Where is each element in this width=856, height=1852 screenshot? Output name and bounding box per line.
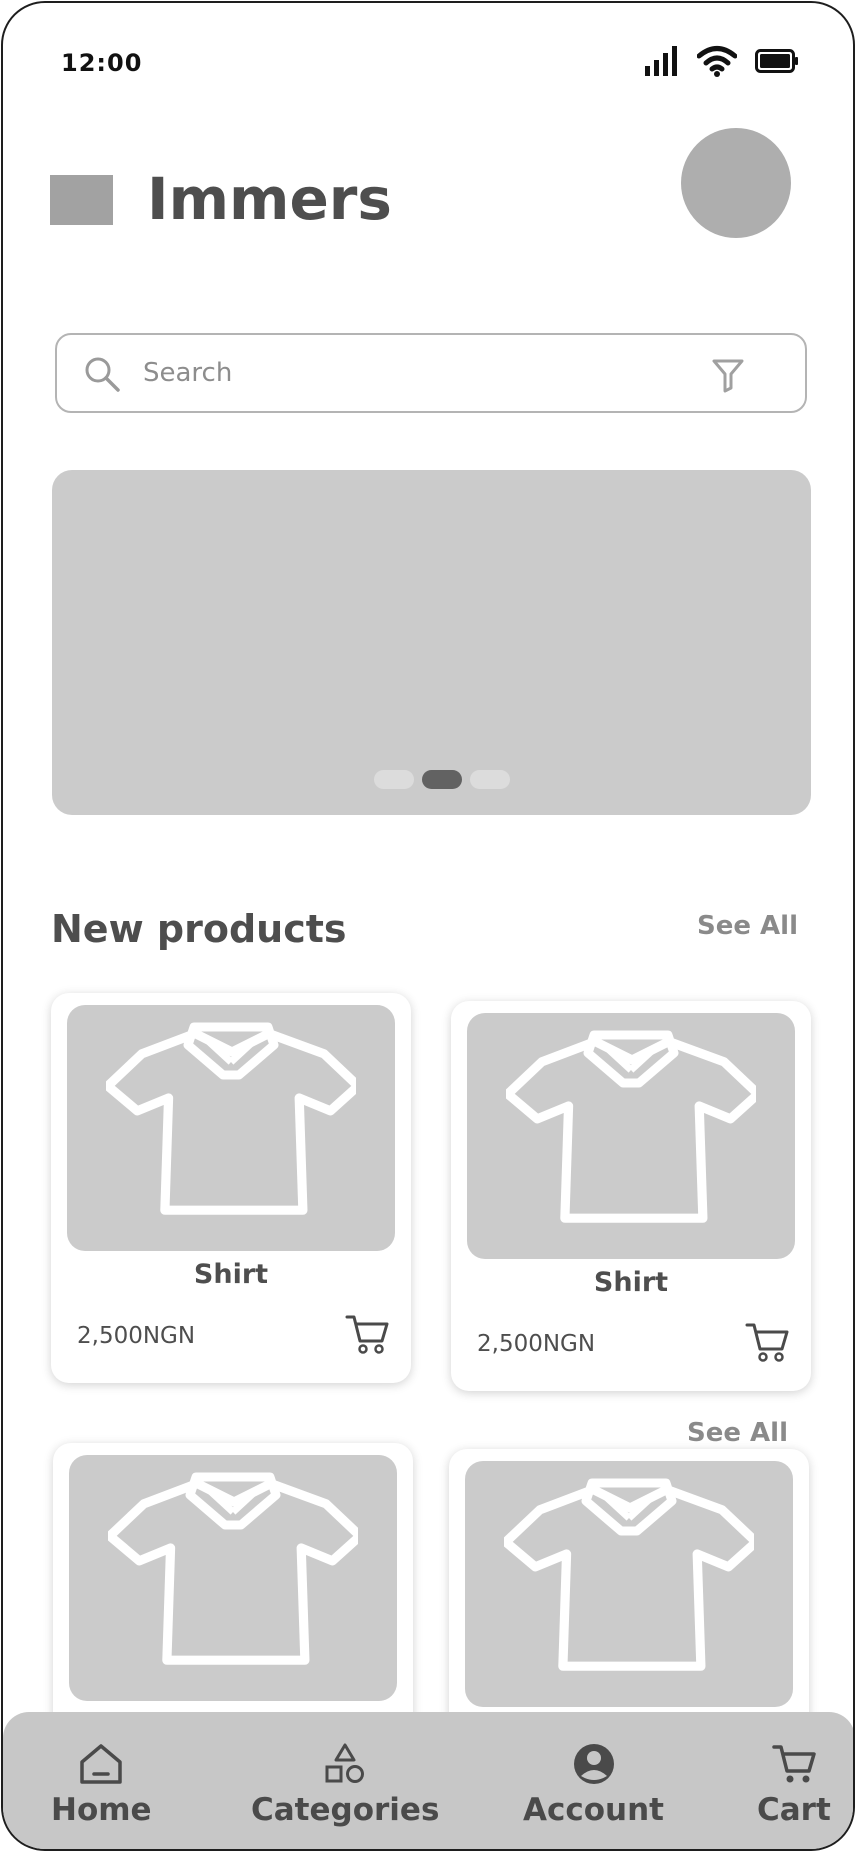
- shirt-icon: [108, 1472, 358, 1665]
- avatar[interactable]: [681, 128, 791, 238]
- nav-item-categories[interactable]: Categories: [251, 1742, 439, 1828]
- status-time: 12:00: [61, 49, 143, 77]
- status-icons: [645, 45, 799, 77]
- product-price: 2,500NGN: [77, 1323, 196, 1349]
- nav-label: Categories: [251, 1792, 440, 1828]
- section-title: New products: [51, 907, 347, 951]
- product-card[interactable]: Shirt 2,500NGN: [51, 993, 411, 1383]
- home-icon: [80, 1744, 123, 1784]
- cart-icon: [772, 1745, 816, 1783]
- battery-icon: [755, 49, 798, 73]
- carousel-dot[interactable]: [470, 770, 510, 789]
- product-image: [69, 1455, 397, 1701]
- categories-icon: [325, 1743, 365, 1783]
- nav-label: Cart: [757, 1792, 831, 1828]
- filter-icon[interactable]: [711, 357, 745, 393]
- shirt-icon: [504, 1478, 754, 1671]
- app-title: Immers: [147, 165, 392, 233]
- product-image: [67, 1005, 395, 1251]
- product-name: Shirt: [193, 1259, 269, 1290]
- promo-banner[interactable]: [52, 470, 811, 815]
- carousel-dots: [374, 770, 510, 789]
- add-to-cart-icon[interactable]: [745, 1321, 789, 1363]
- nav-item-home[interactable]: Home: [51, 1742, 152, 1828]
- shirt-icon: [506, 1030, 756, 1223]
- product-image: [465, 1461, 793, 1707]
- add-to-cart-icon[interactable]: [345, 1313, 389, 1355]
- account-icon: [573, 1744, 614, 1784]
- product-card[interactable]: Shirt 2,500NGN: [451, 1001, 811, 1391]
- nav-item-cart[interactable]: Cart: [757, 1742, 831, 1828]
- carousel-dot-active[interactable]: [422, 770, 462, 789]
- product-name: Shirt: [593, 1267, 669, 1298]
- product-image: [467, 1013, 795, 1259]
- nav-label: Account: [523, 1792, 664, 1828]
- carousel-dot[interactable]: [374, 770, 414, 789]
- nav-label: Home: [51, 1792, 152, 1828]
- search-bar: [55, 333, 807, 413]
- see-all-link-secondary[interactable]: See All: [687, 1418, 788, 1448]
- product-price: 2,500NGN: [477, 1331, 596, 1357]
- nav-item-account[interactable]: Account: [523, 1742, 664, 1828]
- bottom-nav: Home Categories Account Cart: [3, 1712, 853, 1849]
- phone-frame: 12:00 Immers Search New products See All…: [1, 1, 855, 1851]
- app-logo: [50, 175, 113, 225]
- search-icon: [85, 357, 120, 392]
- see-all-link[interactable]: See All: [697, 911, 798, 941]
- shirt-icon: [106, 1022, 356, 1215]
- signal-icon: [645, 46, 677, 76]
- wifi-icon: [697, 46, 737, 77]
- search-input[interactable]: [143, 349, 703, 397]
